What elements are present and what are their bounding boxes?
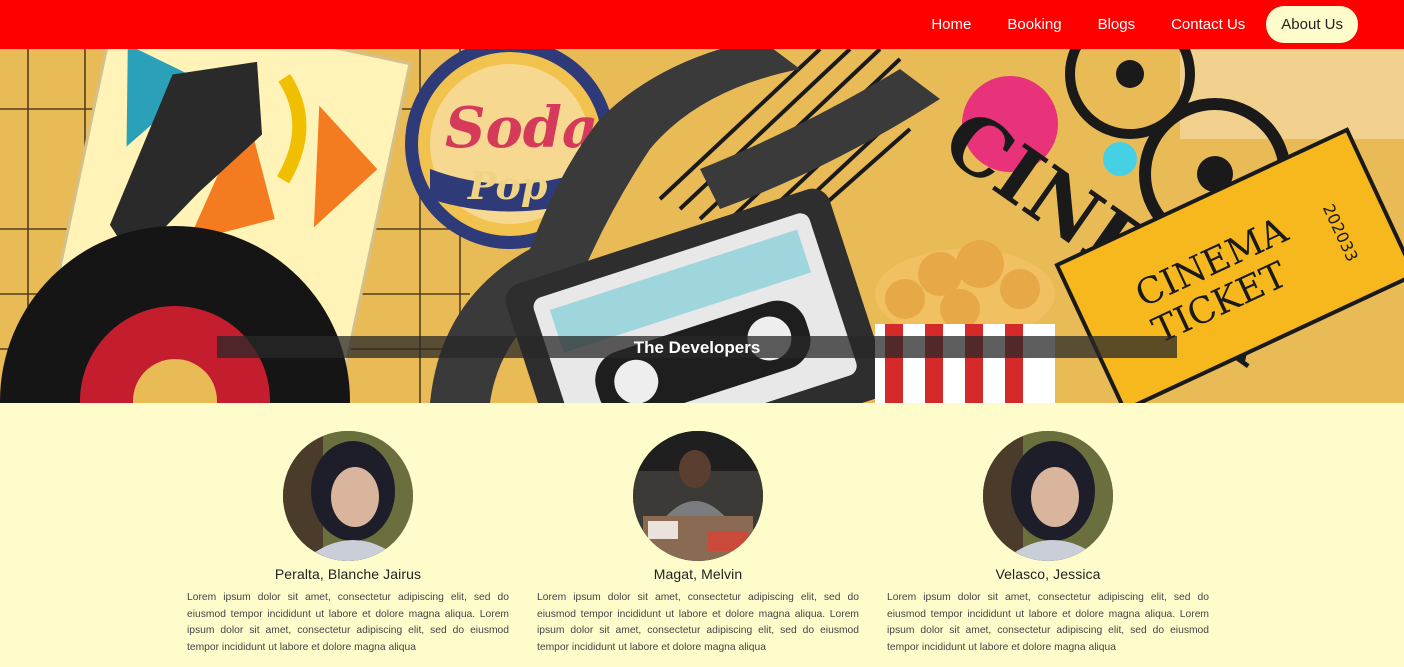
team-section: Peralta, Blanche Jairus Lorem ipsum dolo…: [0, 403, 1404, 667]
pop-text: Pop: [467, 163, 548, 208]
nav-links: Home Booking Blogs Contact Us About Us: [913, 6, 1358, 43]
avatar: [633, 431, 763, 561]
nav-about-link[interactable]: About Us: [1266, 6, 1358, 43]
member-bio: Lorem ipsum dolor sit amet, consectetur …: [187, 592, 509, 653]
team-member-card: Peralta, Blanche Jairus Lorem ipsum dolo…: [187, 431, 509, 656]
team-member-card: Velasco, Jessica Lorem ipsum dolor sit a…: [887, 431, 1209, 656]
nav-home-link[interactable]: Home: [913, 6, 989, 43]
hero-title: The Developers: [633, 338, 761, 357]
nav-blogs-link[interactable]: Blogs: [1080, 6, 1154, 43]
member-bio: Lorem ipsum dolor sit amet, consectetur …: [887, 592, 1209, 653]
member-bio: Lorem ipsum dolor sit amet, consectetur …: [537, 592, 859, 653]
team-member-card: Magat, Melvin Lorem ipsum dolor sit amet…: [537, 431, 859, 656]
member-name: Velasco, Jessica: [995, 566, 1101, 582]
soda-text: Soda: [445, 95, 598, 161]
member-name: Magat, Melvin: [653, 566, 743, 582]
nav-contact-link[interactable]: Contact Us: [1153, 6, 1263, 43]
hero-banner: Soda Pop CINEMA CINEMA TICKET 202033 The…: [0, 49, 1404, 403]
nav-booking-link[interactable]: Booking: [989, 6, 1079, 43]
avatar: [983, 431, 1113, 561]
member-name: Peralta, Blanche Jairus: [274, 566, 422, 582]
top-navbar: Home Booking Blogs Contact Us About Us: [0, 0, 1404, 49]
avatar: [283, 431, 413, 561]
